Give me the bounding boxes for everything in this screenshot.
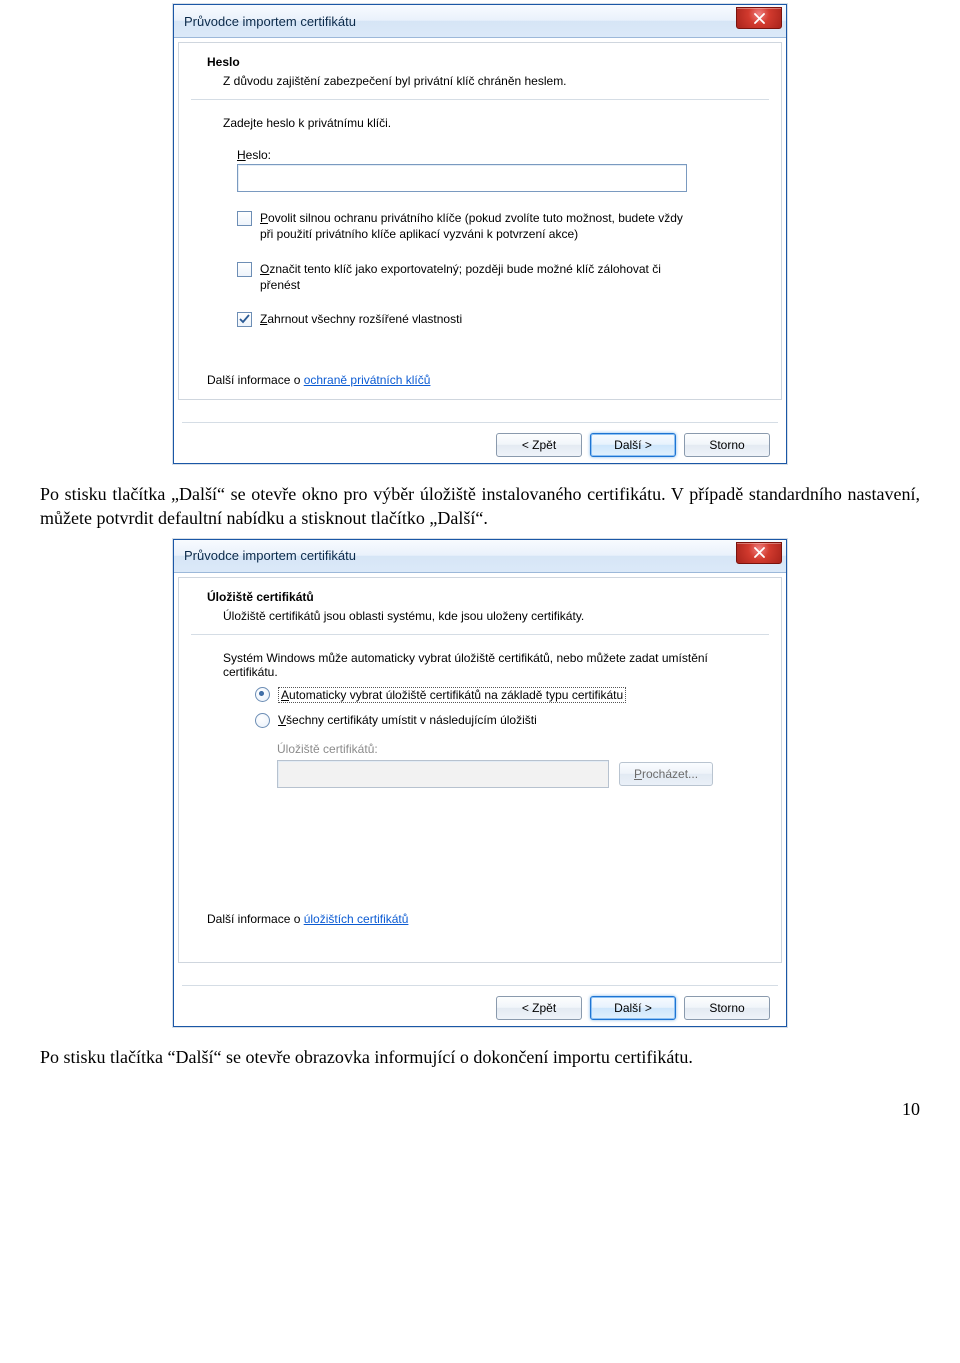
password-input[interactable] xyxy=(237,164,687,192)
radio-unselected-icon xyxy=(255,713,270,728)
page-subheading: Úložiště certifikátů jsou oblasti systém… xyxy=(223,608,753,624)
exportable-label: Označit tento klíč jako exportovatelný; … xyxy=(260,261,690,293)
checkbox-checked-icon xyxy=(237,312,252,327)
include-extended-label: Zahrnout všechny rozšířené vlastnosti xyxy=(260,311,462,327)
auto-select-store-radio-row[interactable]: Automaticky vybrat úložiště certifikátů … xyxy=(255,687,737,703)
close-icon xyxy=(754,547,765,558)
radio-selected-icon xyxy=(255,687,270,702)
title-bar: Průvodce importem certifikátu xyxy=(174,5,786,38)
cancel-button[interactable]: Storno xyxy=(684,433,770,457)
checkbox-unchecked-icon xyxy=(237,262,252,277)
auto-select-store-label: Automaticky vybrat úložiště certifikátů … xyxy=(278,687,626,703)
button-row: < Zpět Další > Storno xyxy=(178,423,782,459)
close-icon xyxy=(754,13,765,24)
page-heading: Úložiště certifikátů xyxy=(207,590,753,604)
back-button[interactable]: < Zpět xyxy=(496,433,582,457)
checkbox-unchecked-icon xyxy=(237,211,252,226)
window-title: Průvodce importem certifikátu xyxy=(184,14,356,29)
browse-button: Procházet... xyxy=(619,762,713,786)
certificate-stores-link[interactable]: úložištích certifikátů xyxy=(304,912,409,926)
close-button[interactable] xyxy=(736,542,782,564)
document-paragraph-2: Po stisku tlačítka “Další“ se otevře obr… xyxy=(40,1045,920,1069)
close-button[interactable] xyxy=(736,7,782,29)
specific-store-label: Všechny certifikáty umístit v následujíc… xyxy=(278,713,537,727)
cancel-button[interactable]: Storno xyxy=(684,996,770,1020)
client-area: Heslo Z důvodu zajištění zabezpečení byl… xyxy=(174,38,786,463)
next-button[interactable]: Další > xyxy=(590,433,676,457)
window-title: Průvodce importem certifikátu xyxy=(184,548,356,563)
instruction-text: Systém Windows může automaticky vybrat ú… xyxy=(223,651,737,679)
certificate-store-input xyxy=(277,760,609,788)
title-bar: Průvodce importem certifikátu xyxy=(174,540,786,573)
instruction-text: Zadejte heslo k privátnímu klíči. xyxy=(223,116,737,130)
more-info-line: Další informace o ochraně privátních klí… xyxy=(207,373,781,387)
back-button[interactable]: < Zpět xyxy=(496,996,582,1020)
dialog-frame: Průvodce importem certifikátu Úložiště c… xyxy=(173,539,787,1027)
page-number: 10 xyxy=(0,1099,920,1120)
store-field-label: Úložiště certifikátů: xyxy=(277,742,737,756)
specific-store-radio-row[interactable]: Všechny certifikáty umístit v následujíc… xyxy=(255,713,737,728)
content-frame: Úložiště certifikátů Úložiště certifikát… xyxy=(178,577,782,963)
client-area: Úložiště certifikátů Úložiště certifikát… xyxy=(174,573,786,1026)
private-key-protection-link[interactable]: ochraně privátních klíčů xyxy=(304,373,431,387)
exportable-checkbox-row[interactable]: Označit tento klíč jako exportovatelný; … xyxy=(237,261,737,293)
page-heading: Heslo xyxy=(207,55,753,69)
include-extended-checkbox-row[interactable]: Zahrnout všechny rozšířené vlastnosti xyxy=(237,311,737,327)
next-button[interactable]: Další > xyxy=(590,996,676,1020)
strong-protection-checkbox-row[interactable]: Povolit silnou ochranu privátního klíče … xyxy=(237,210,737,242)
wizard-dialog-store: Průvodce importem certifikátu Úložiště c… xyxy=(173,539,787,1027)
strong-protection-label: Povolit silnou ochranu privátního klíče … xyxy=(260,210,690,242)
document-paragraph-1: Po stisku tlačítka „Další“ se otevře okn… xyxy=(40,482,920,531)
more-info-line: Další informace o úložištích certifikátů xyxy=(207,912,781,926)
wizard-dialog-password: Průvodce importem certifikátu Heslo Z dů… xyxy=(173,4,787,464)
button-row: < Zpět Další > Storno xyxy=(178,986,782,1022)
dialog-frame: Průvodce importem certifikátu Heslo Z dů… xyxy=(173,4,787,464)
page-subheading: Z důvodu zajištění zabezpečení byl privá… xyxy=(223,73,753,89)
content-frame: Heslo Z důvodu zajištění zabezpečení byl… xyxy=(178,42,782,400)
password-label: Heslo: xyxy=(237,148,737,162)
